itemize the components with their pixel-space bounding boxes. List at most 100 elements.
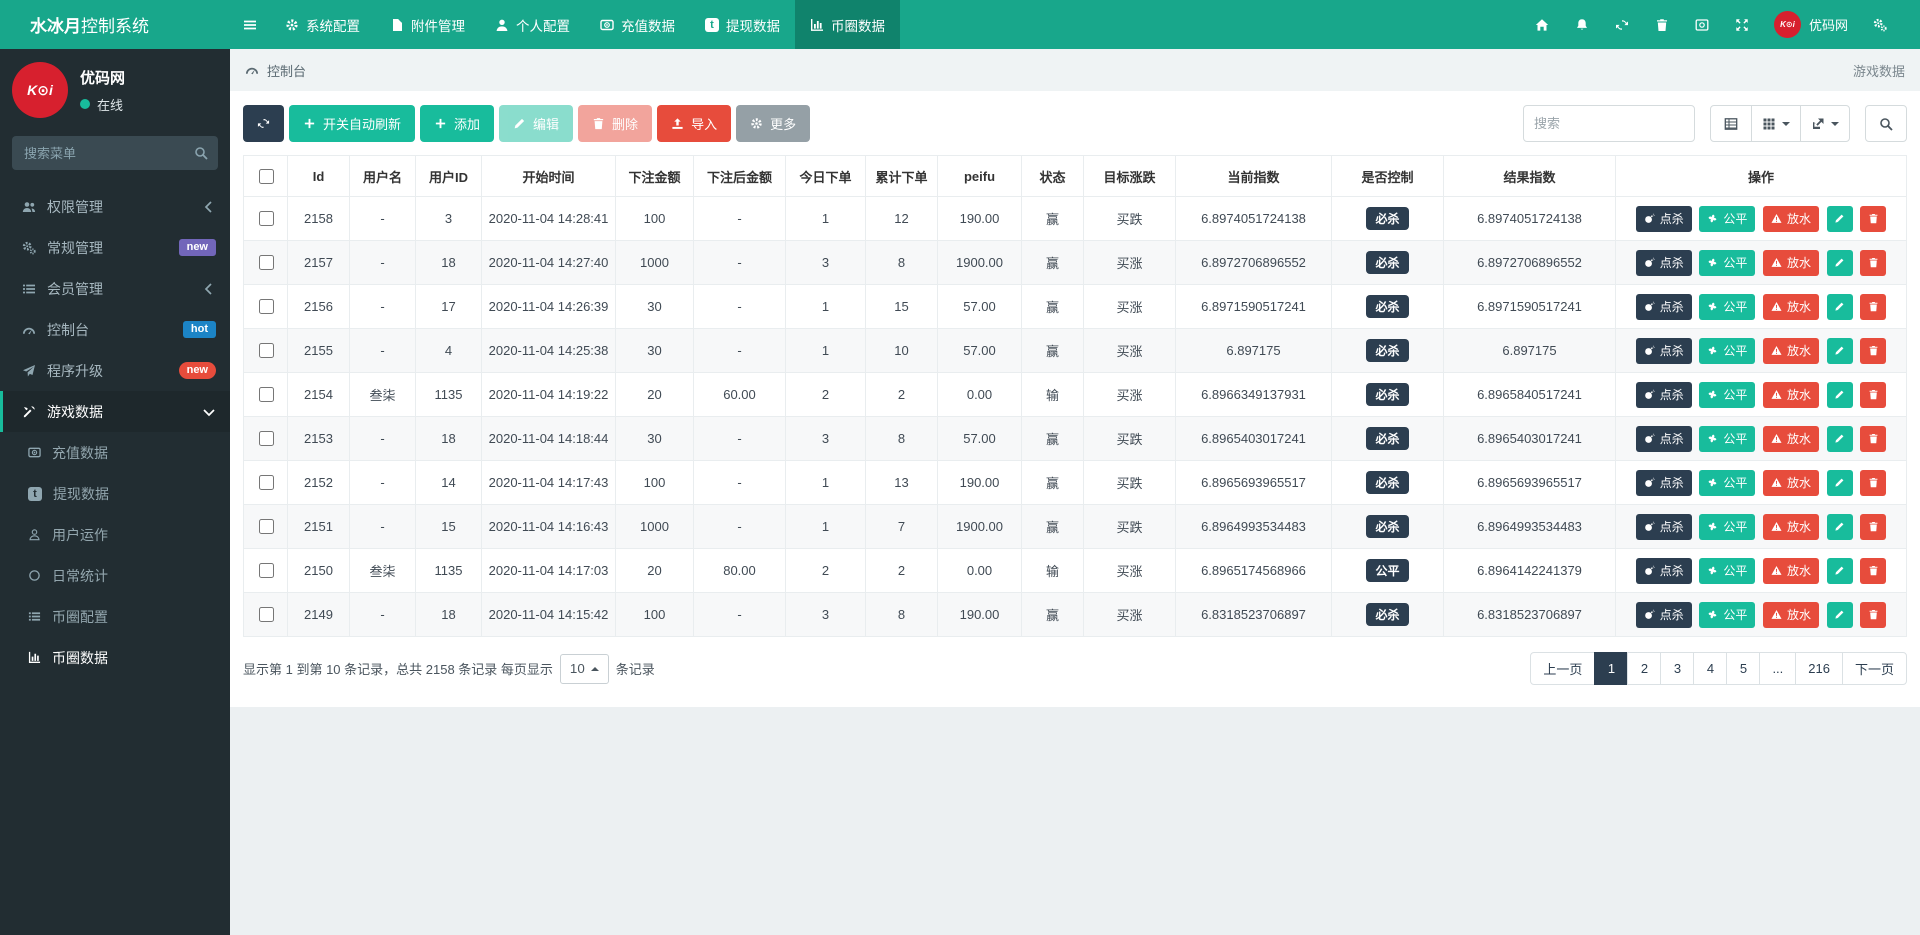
row-edit-button[interactable] xyxy=(1827,206,1853,232)
row-checkbox[interactable] xyxy=(259,431,274,446)
gongping-button[interactable]: 公平 xyxy=(1699,250,1755,276)
auto-refresh-button[interactable]: 开关自动刷新 xyxy=(289,105,415,142)
advanced-search-button[interactable] xyxy=(1865,105,1907,142)
row-delete-button[interactable] xyxy=(1860,206,1886,232)
terminal-button[interactable] xyxy=(1682,0,1722,49)
row-edit-button[interactable] xyxy=(1827,558,1853,584)
row-edit-button[interactable] xyxy=(1827,294,1853,320)
page-button[interactable]: 5 xyxy=(1726,652,1760,685)
page-button[interactable]: ... xyxy=(1759,652,1796,685)
nav-item-profile[interactable]: 个人配置 xyxy=(480,0,585,49)
diansha-button[interactable]: 点杀 xyxy=(1636,294,1692,320)
sidebar-toggle-button[interactable] xyxy=(230,0,270,49)
more-button[interactable]: 更多 xyxy=(736,105,810,142)
prev-page-button[interactable]: 上一页 xyxy=(1530,652,1595,685)
fangshui-button[interactable]: 放水 xyxy=(1763,558,1819,584)
fangshui-button[interactable]: 放水 xyxy=(1763,250,1819,276)
toggle-view-button[interactable] xyxy=(1710,105,1752,142)
row-delete-button[interactable] xyxy=(1860,602,1886,628)
nav-item-withdraw-data[interactable]: t提现数据 xyxy=(690,0,795,49)
page-button[interactable]: 216 xyxy=(1795,652,1843,685)
gongping-button[interactable]: 公平 xyxy=(1699,558,1755,584)
sidebar-item-members[interactable]: 会员管理 xyxy=(0,268,230,309)
row-delete-button[interactable] xyxy=(1860,514,1886,540)
settings-button[interactable] xyxy=(1860,0,1900,49)
row-delete-button[interactable] xyxy=(1860,294,1886,320)
fangshui-button[interactable]: 放水 xyxy=(1763,294,1819,320)
row-checkbox[interactable] xyxy=(259,255,274,270)
gongping-button[interactable]: 公平 xyxy=(1699,294,1755,320)
gongping-button[interactable]: 公平 xyxy=(1699,338,1755,364)
next-page-button[interactable]: 下一页 xyxy=(1842,652,1907,685)
clear-cache-button[interactable] xyxy=(1642,0,1682,49)
gongping-button[interactable]: 公平 xyxy=(1699,514,1755,540)
fangshui-button[interactable]: 放水 xyxy=(1763,602,1819,628)
edit-button[interactable]: 编辑 xyxy=(499,105,573,142)
fullscreen-button[interactable] xyxy=(1722,0,1762,49)
nav-item-system-config[interactable]: 系统配置 xyxy=(270,0,375,49)
row-edit-button[interactable] xyxy=(1827,426,1853,452)
import-button[interactable]: 导入 xyxy=(657,105,731,142)
sidebar-item-console[interactable]: 控制台hot xyxy=(0,309,230,350)
row-checkbox[interactable] xyxy=(259,475,274,490)
fangshui-button[interactable]: 放水 xyxy=(1763,426,1819,452)
fangshui-button[interactable]: 放水 xyxy=(1763,206,1819,232)
diansha-button[interactable]: 点杀 xyxy=(1636,250,1692,276)
row-edit-button[interactable] xyxy=(1827,382,1853,408)
refresh-button[interactable] xyxy=(1602,0,1642,49)
row-checkbox[interactable] xyxy=(259,387,274,402)
row-delete-button[interactable] xyxy=(1860,426,1886,452)
add-button[interactable]: 添加 xyxy=(420,105,494,142)
diansha-button[interactable]: 点杀 xyxy=(1636,382,1692,408)
notifications-button[interactable] xyxy=(1562,0,1602,49)
diansha-button[interactable]: 点杀 xyxy=(1636,514,1692,540)
diansha-button[interactable]: 点杀 xyxy=(1636,338,1692,364)
gongping-button[interactable]: 公平 xyxy=(1699,470,1755,496)
page-size-select[interactable]: 10 xyxy=(560,654,609,684)
page-button[interactable]: 4 xyxy=(1693,652,1727,685)
submenu-item-coin-config[interactable]: 币圈配置 xyxy=(0,596,230,637)
select-all-checkbox[interactable] xyxy=(259,169,274,184)
row-edit-button[interactable] xyxy=(1827,470,1853,496)
row-checkbox[interactable] xyxy=(259,299,274,314)
table-search-input[interactable] xyxy=(1523,105,1695,142)
fangshui-button[interactable]: 放水 xyxy=(1763,382,1819,408)
row-checkbox[interactable] xyxy=(259,563,274,578)
sidebar-item-game-data[interactable]: 游戏数据 xyxy=(0,391,230,432)
row-delete-button[interactable] xyxy=(1860,382,1886,408)
gongping-button[interactable]: 公平 xyxy=(1699,426,1755,452)
user-menu[interactable]: K⊙i 优码网 xyxy=(1762,0,1860,49)
submenu-item-recharge-data[interactable]: 充值数据 xyxy=(0,432,230,473)
export-button[interactable] xyxy=(1800,105,1850,142)
delete-button[interactable]: 删除 xyxy=(578,105,652,142)
row-edit-button[interactable] xyxy=(1827,514,1853,540)
page-button[interactable]: 3 xyxy=(1660,652,1694,685)
row-delete-button[interactable] xyxy=(1860,250,1886,276)
fangshui-button[interactable]: 放水 xyxy=(1763,338,1819,364)
home-button[interactable] xyxy=(1522,0,1562,49)
page-button[interactable]: 2 xyxy=(1627,652,1661,685)
row-edit-button[interactable] xyxy=(1827,338,1853,364)
fangshui-button[interactable]: 放水 xyxy=(1763,470,1819,496)
sidebar-item-permissions[interactable]: 权限管理 xyxy=(0,186,230,227)
diansha-button[interactable]: 点杀 xyxy=(1636,602,1692,628)
row-delete-button[interactable] xyxy=(1860,338,1886,364)
sidebar-item-upgrade[interactable]: 程序升级new xyxy=(0,350,230,391)
row-checkbox[interactable] xyxy=(259,519,274,534)
submenu-item-withdraw-data[interactable]: t提现数据 xyxy=(0,473,230,514)
nav-item-recharge-data[interactable]: 充值数据 xyxy=(585,0,690,49)
row-edit-button[interactable] xyxy=(1827,250,1853,276)
submenu-item-user-operation[interactable]: 用户运作 xyxy=(0,514,230,555)
submenu-item-daily-stats[interactable]: 日常统计 xyxy=(0,555,230,596)
diansha-button[interactable]: 点杀 xyxy=(1636,426,1692,452)
gongping-button[interactable]: 公平 xyxy=(1699,382,1755,408)
row-checkbox[interactable] xyxy=(259,211,274,226)
row-delete-button[interactable] xyxy=(1860,470,1886,496)
row-checkbox[interactable] xyxy=(259,607,274,622)
sidebar-item-general[interactable]: 常规管理new xyxy=(0,227,230,268)
submenu-item-coin-data[interactable]: 币圈数据 xyxy=(0,637,230,678)
nav-item-coin-data[interactable]: 币圈数据 xyxy=(795,0,900,49)
row-edit-button[interactable] xyxy=(1827,602,1853,628)
columns-button[interactable] xyxy=(1751,105,1801,142)
refresh-table-button[interactable] xyxy=(243,105,284,142)
